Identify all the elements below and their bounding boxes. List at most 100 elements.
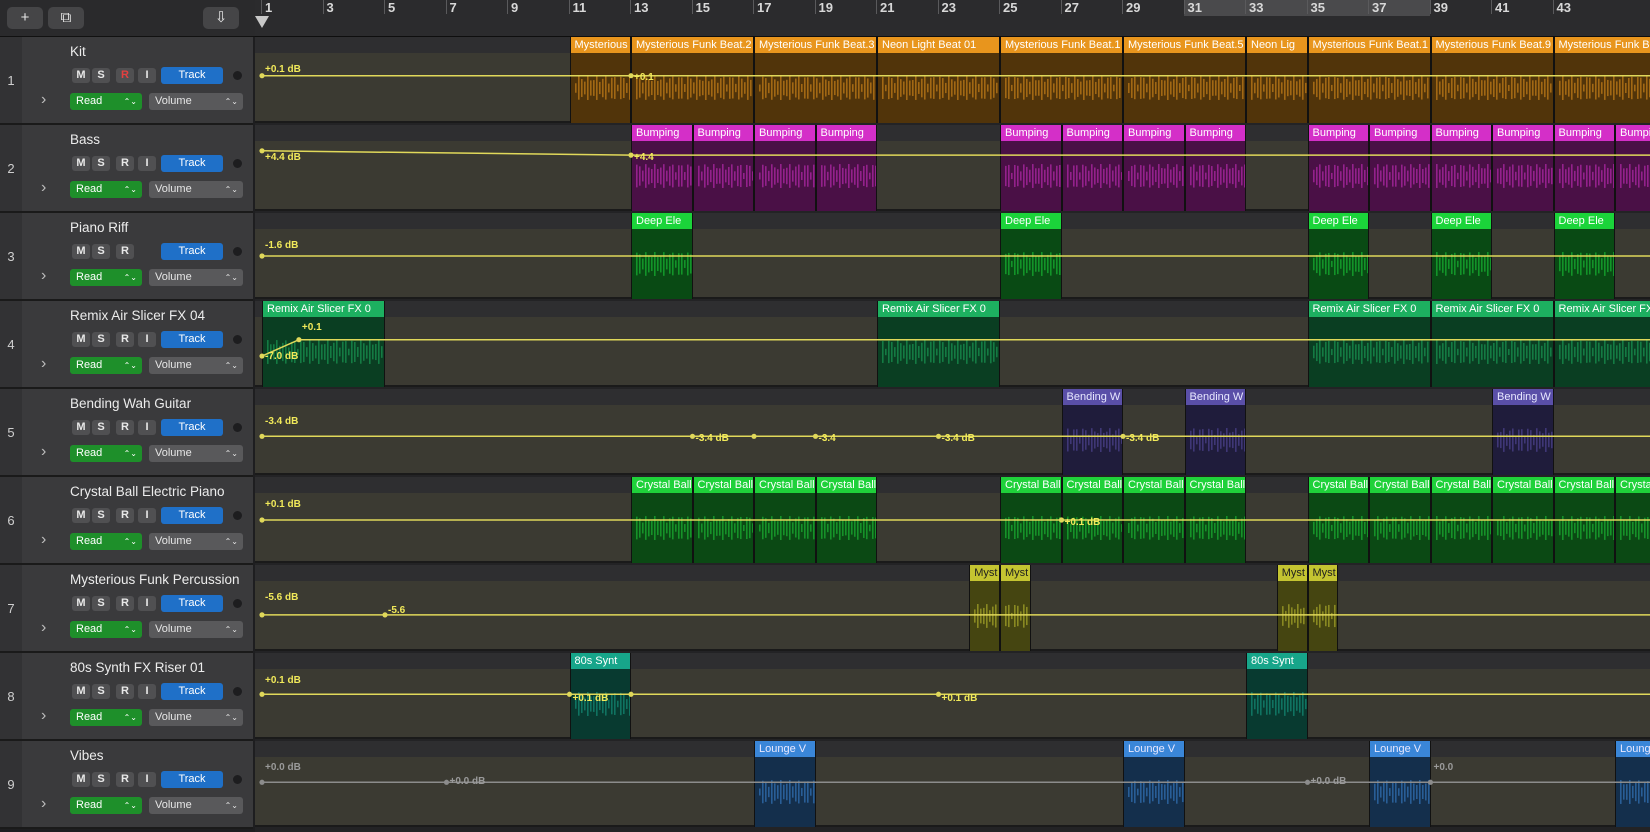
audio-region[interactable]: Crystal Ball [1123,477,1185,563]
track-header[interactable]: 4 Remix Air Slicer FX 04 M S R I Track › Read ⌃⌄ V… [0,301,253,389]
record-enable-button[interactable]: R [116,244,134,259]
audio-region[interactable]: Crystal Ball [1615,477,1650,563]
chevron-right-icon[interactable]: › [41,795,46,813]
track-header[interactable]: 7 Mysterious Funk Percussion M S R I Track › Rea… [0,565,253,653]
track-automation-button[interactable]: Track [161,595,223,612]
arrange-area[interactable]: Mysterious Mysterious Funk Beat.2 Mysterio… [255,37,1650,832]
duplicate-icon[interactable]: ⧉ [48,7,84,29]
record-enable-button[interactable]: R [116,508,134,523]
audio-region[interactable]: Bumping [1369,125,1431,211]
track-header[interactable]: 2 Bass M S R I Track › Read ⌃⌄ Volume ⌃⌄ [0,125,253,213]
solo-button[interactable]: S [92,596,110,611]
chevron-right-icon[interactable]: › [41,355,46,373]
track-automation-button[interactable]: Track [161,419,223,436]
mute-button[interactable]: M [72,772,90,787]
automation-parameter-select[interactable]: Volume ⌃⌄ [149,533,243,550]
audio-region[interactable]: Remix Air Slicer FX 0 [1553,301,1650,387]
chevron-right-icon[interactable]: › [41,267,46,285]
playhead[interactable] [255,16,269,28]
track-name[interactable]: Vibes [70,748,104,763]
audio-region[interactable]: Bending W [1492,389,1554,475]
track-name[interactable]: Bending Wah Guitar [70,396,191,411]
audio-region[interactable]: Lounge V [1123,741,1185,827]
mute-button[interactable]: M [72,332,90,347]
audio-region[interactable]: Lounge V [754,741,816,827]
audio-region[interactable]: Neon Lig [1246,37,1308,123]
audio-region[interactable]: Crystal Ball [1369,477,1431,563]
track-header[interactable]: 6 Crystal Ball Electric Piano M S R I Track › Re… [0,477,253,565]
audio-region[interactable]: Deep Ele [1000,213,1062,299]
solo-button[interactable]: S [92,420,110,435]
audio-region[interactable]: Bumping [1615,125,1650,211]
track-header[interactable]: 3 Piano Riff M S R Track › Read ⌃⌄ Volume ⌃⌄ [0,213,253,301]
mute-button[interactable]: M [72,244,90,259]
audio-region[interactable]: Mysterious Funk Beat.5 [1123,37,1246,123]
audio-region[interactable]: Bumping [1553,125,1615,211]
track-automation-button[interactable]: Track [161,683,223,700]
record-enable-button[interactable]: R [116,156,134,171]
record-enable-button[interactable]: R [116,332,134,347]
track-header[interactable]: 8 80s Synth FX Riser 01 M S R I Track › Read ⌃⌄ Vo… [0,653,253,741]
audio-region[interactable]: Crystal Ball [754,477,816,563]
audio-region[interactable]: Remix Air Slicer FX 0 [262,301,385,387]
solo-button[interactable]: S [92,332,110,347]
audio-region[interactable]: Myst [1307,565,1339,651]
audio-region[interactable]: Crystal Ball [1553,477,1615,563]
track-automation-button[interactable]: Track [161,243,223,260]
chevron-right-icon[interactable]: › [41,619,46,637]
input-monitor-button[interactable]: I [138,508,156,523]
input-monitor-button[interactable]: I [138,684,156,699]
audio-region[interactable]: Deep Ele [631,213,693,299]
track-name[interactable]: 80s Synth FX Riser 01 [70,660,205,675]
audio-region[interactable]: Bumping [1000,125,1062,211]
automation-mode-select[interactable]: Read ⌃⌄ [70,93,142,110]
audio-region[interactable]: Bumping [1430,125,1492,211]
chevron-right-icon[interactable]: › [41,531,46,549]
automation-parameter-select[interactable]: Volume ⌃⌄ [149,357,243,374]
automation-parameter-select[interactable]: Volume ⌃⌄ [149,621,243,638]
audio-region[interactable]: Deep Ele [1553,213,1615,299]
track-header[interactable]: 1 Kit M S R I Track › Read ⌃⌄ Volume ⌃⌄ [0,37,253,125]
input-monitor-button[interactable]: I [138,420,156,435]
plus-icon[interactable]: + [7,7,43,29]
track-header[interactable]: 5 Bending Wah Guitar M S R I Track › Read ⌃⌄ Volum… [0,389,253,477]
automation-mode-select[interactable]: Read ⌃⌄ [70,445,142,462]
audio-region[interactable]: Deep Ele [1307,213,1369,299]
mute-button[interactable]: M [72,596,90,611]
audio-region[interactable]: Bumping [1184,125,1246,211]
mute-button[interactable]: M [72,684,90,699]
audio-region[interactable]: Neon Light Beat 01 [877,37,1000,123]
automation-parameter-select[interactable]: Volume ⌃⌄ [149,181,243,198]
audio-region[interactable]: Mysterious Funk Beat.1 [1307,37,1431,123]
track-name[interactable]: Kit [70,44,86,59]
solo-button[interactable]: S [92,772,110,787]
audio-region[interactable]: Deep Ele [1430,213,1492,299]
solo-button[interactable]: S [92,244,110,259]
track-name[interactable]: Mysterious Funk Percussion [70,572,240,587]
audio-region[interactable]: Mysterious Funk Beat.1 [1553,37,1650,123]
audio-region[interactable]: Crystal Ball [1000,477,1062,563]
track-automation-button[interactable]: Track [161,771,223,788]
automation-mode-select[interactable]: Read ⌃⌄ [70,621,142,638]
automation-mode-select[interactable]: Read ⌃⌄ [70,357,142,374]
track-automation-button[interactable]: Track [161,507,223,524]
audio-region[interactable]: Crystal Ball [1430,477,1492,563]
audio-region[interactable]: Bending W [1061,389,1123,475]
mute-button[interactable]: M [72,420,90,435]
track-name[interactable]: Crystal Ball Electric Piano [70,484,225,499]
audio-region[interactable]: Mysterious [569,37,631,123]
track-name[interactable]: Bass [70,132,100,147]
track-name[interactable]: Remix Air Slicer FX 04 [70,308,205,323]
audio-region[interactable]: Crystal Ball [692,477,754,563]
mute-button[interactable]: M [72,156,90,171]
audio-region[interactable]: Bumping [1307,125,1369,211]
audio-region[interactable]: Myst [1000,565,1031,651]
bar-ruler[interactable]: 1 3 5 7 9 11 13 15 17 19 21 23 25 27 29 31 33 35 37 39 41 43 [255,0,1650,37]
mute-button[interactable]: M [72,508,90,523]
chevron-right-icon[interactable]: › [41,707,46,725]
audio-region[interactable]: Remix Air Slicer FX 0 [1307,301,1431,387]
track-lane[interactable] [255,565,1650,651]
audio-region[interactable]: Bumping [692,125,754,211]
chevron-right-icon[interactable]: › [41,179,46,197]
input-monitor-button[interactable]: I [138,332,156,347]
